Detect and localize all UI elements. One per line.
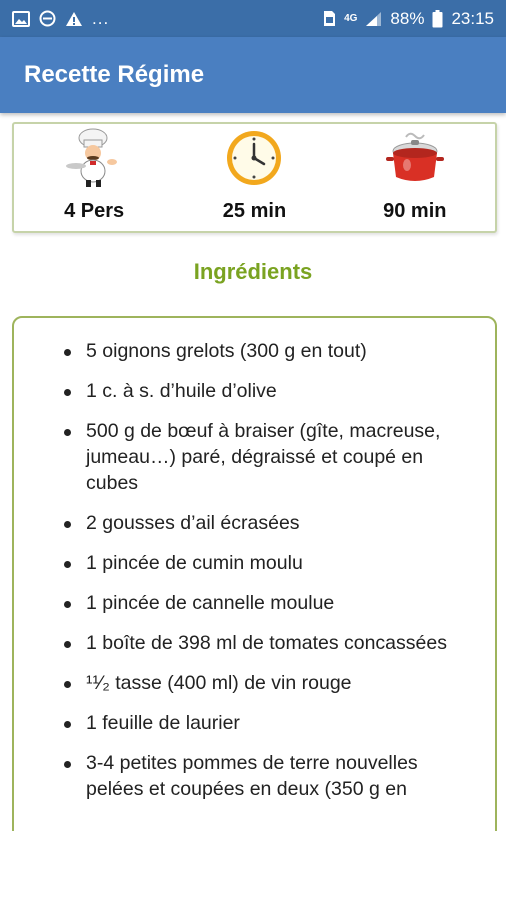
status-bar: ... 4G 88% 23:15 [0,0,506,37]
servings-value: 4 Pers [64,200,125,222]
warning-icon [65,11,83,27]
sim-icon [323,10,336,27]
ingredient-item: ¹¹⁄₂ tasse (400 ml) de vin rouge [64,670,475,696]
bottom-area [0,831,506,900]
signal-icon [365,11,382,27]
ingredients-card[interactable]: 5 oignons grelots (300 g en tout) 1 c. à… [12,316,497,900]
do-not-disturb-icon [39,10,56,27]
status-left: ... [12,9,109,29]
ingredient-item: 1 pincée de cannelle moulue [64,590,475,616]
notification-overflow: ... [92,8,110,28]
app-bar: Recette Régime [0,37,506,113]
ingredient-item: 500 g de bœuf à braiser (gîte, macreuse,… [64,418,475,496]
cook-time-value: 90 min [383,200,447,222]
ingredient-item: 5 oignons grelots (300 g en tout) [64,338,475,364]
ingredient-item: 1 boîte de 398 ml de tomates concassées [64,630,475,656]
status-right: 4G 88% 23:15 [323,9,494,29]
prep-time-info: 25 min [179,124,329,223]
battery-icon [432,9,443,28]
servings-info: 4 Pers [19,124,169,223]
network-type: 4G [344,13,358,24]
prep-time-value: 25 min [222,200,287,222]
ingredients-title: Ingrédients [193,259,313,284]
clock-time: 23:15 [451,8,494,28]
ingredient-item: 1 c. à s. d’huile d’olive [64,378,475,404]
clock-icon [225,128,283,188]
chef-icon [63,128,125,188]
ingredient-item: 3-4 petites pommes de terre nouvelles pe… [64,750,475,802]
app-title: Recette Régime [24,61,205,88]
ingredient-item: 1 feuille de laurier [64,710,475,736]
cook-time-info: 90 min [340,124,490,223]
recipe-info-card: 4 Pers 25 min 90 min [12,122,497,233]
image-icon [12,10,30,27]
ingredient-item: 2 gousses d’ail écrasées [64,510,475,536]
ingredient-item: 1 pincée de cumin moulu [64,550,475,576]
cooking-pot-icon [384,128,446,188]
battery-percent: 88% [390,8,425,28]
ingredient-list: 5 oignons grelots (300 g en tout) 1 c. à… [64,338,475,802]
